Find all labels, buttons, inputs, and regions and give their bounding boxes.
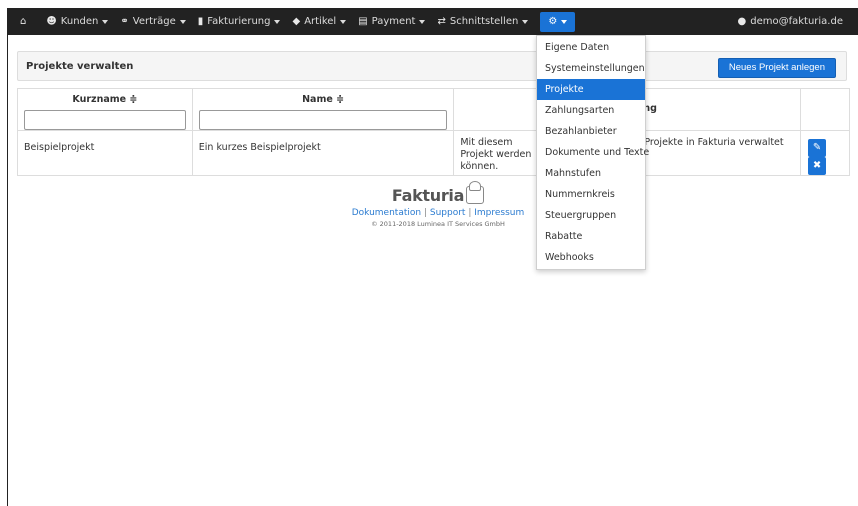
column-name-label: Name ≑	[302, 94, 345, 105]
link-dokumentation[interactable]: Dokumentation	[352, 208, 421, 218]
chevron-down-icon	[102, 19, 109, 24]
exchange-icon: ⇄	[437, 16, 446, 27]
settings-dropdown: Eigene Daten Systemeinstellungen Projekt…	[536, 35, 649, 270]
chevron-down-icon	[179, 19, 186, 24]
menu-item-rabatte[interactable]: Rabatte	[537, 226, 645, 247]
new-project-button[interactable]: Neues Projekt anlegen	[717, 58, 836, 78]
nav-fakturierung-label: Fakturierung	[207, 16, 271, 27]
chevron-down-icon	[561, 19, 568, 24]
logo-icon	[466, 181, 485, 204]
gear-icon: ⚙	[548, 16, 558, 27]
menu-item-dokumente-und-texte[interactable]: Dokumente und Texte	[537, 142, 649, 163]
settings-menu-button[interactable]: ⚙	[540, 11, 576, 32]
menu-item-projekte[interactable]: Projekte	[537, 79, 645, 100]
menu-item-webhooks[interactable]: Webhooks	[537, 247, 645, 268]
chevron-down-icon	[522, 19, 529, 24]
credit-card-icon: ▤	[358, 16, 368, 27]
logo-text: Fakturia	[391, 186, 465, 205]
chevron-down-icon	[419, 19, 426, 24]
chevron-down-icon	[274, 19, 281, 24]
book-icon: ▮	[197, 16, 204, 27]
nav-payment-label: Payment	[371, 16, 416, 27]
link-impressum[interactable]: Impressum	[474, 208, 524, 218]
user-menu[interactable]: ● demo@fakturia.de	[732, 8, 850, 35]
page-title: Projekte verwalten	[26, 61, 134, 72]
column-name[interactable]: Name ≑	[191, 88, 455, 131]
menu-item-steuergruppen[interactable]: Steuergruppen	[537, 205, 645, 226]
handshake-icon: ⚭	[120, 16, 129, 27]
tag-icon: ◆	[292, 16, 301, 27]
nav-artikel[interactable]: ◆ Artikel	[286, 8, 352, 35]
column-kurzname-label: Kurzname ≑	[72, 94, 138, 105]
nav-kunden[interactable]: ☻ Kunden	[40, 8, 114, 35]
cell-kurzname: Beispielprojekt	[17, 130, 193, 176]
link-support[interactable]: Support	[430, 208, 466, 218]
table-row: Beispielprojekt Ein kurzes Beispielproje…	[17, 130, 850, 176]
menu-item-zahlungsarten[interactable]: Zahlungsarten	[537, 100, 645, 121]
user-email: demo@fakturia.de	[750, 16, 843, 27]
nav-kunden-label: Kunden	[60, 16, 99, 27]
kurzname-filter-input[interactable]	[24, 110, 186, 130]
menu-item-systemeinstellungen[interactable]: Systemeinstellungen	[537, 58, 645, 79]
menu-item-bezahlanbieter[interactable]: Bezahlanbieter	[537, 121, 645, 142]
column-kurzname[interactable]: Kurzname ≑	[17, 88, 193, 131]
cell-beschreibung-right: Projekte in Fakturia verwaltet	[644, 137, 784, 148]
home-button[interactable]: ⌂	[8, 8, 40, 35]
edit-icon[interactable]: ✎	[808, 139, 827, 157]
cell-name: Ein kurzes Beispielprojekt	[191, 130, 455, 176]
app-frame: ⌂ ☻ Kunden ⚭ Verträge ▮ Fakturierung ◆ A…	[7, 8, 858, 506]
nav-vertraege[interactable]: ⚭ Verträge	[114, 8, 191, 35]
column-actions	[800, 88, 850, 131]
cell-beschreibung-left: Mit diesem Projekt werden können.	[460, 137, 532, 172]
nav-schnittstellen-label: Schnittstellen	[449, 16, 519, 27]
close-icon[interactable]: ✖	[808, 157, 827, 175]
user-icon: ●	[737, 16, 747, 27]
menu-item-nummernkreis[interactable]: Nummernkreis	[537, 184, 645, 205]
home-icon: ⌂	[20, 16, 27, 27]
page-header-panel: Projekte verwalten Neues Projekt anlegen	[17, 51, 847, 81]
nav-payment[interactable]: ▤ Payment	[352, 8, 431, 35]
top-navbar: ⌂ ☻ Kunden ⚭ Verträge ▮ Fakturierung ◆ A…	[8, 8, 858, 35]
nav-fakturierung[interactable]: ▮ Fakturierung	[192, 8, 287, 35]
cell-actions: ✎✖	[800, 130, 850, 176]
nav-vertraege-label: Verträge	[132, 16, 176, 27]
chevron-down-icon	[340, 19, 347, 24]
projects-table: Kurzname ≑ Name ≑ ng Beispielprojekt Ein…	[17, 88, 850, 176]
nav-artikel-label: Artikel	[304, 16, 337, 27]
menu-item-eigene-daten[interactable]: Eigene Daten	[537, 37, 645, 58]
users-icon: ☻	[46, 16, 57, 27]
nav-schnittstellen[interactable]: ⇄ Schnittstellen	[431, 8, 534, 35]
name-filter-input[interactable]	[198, 110, 448, 130]
menu-item-mahnstufen[interactable]: Mahnstufen	[537, 163, 645, 184]
